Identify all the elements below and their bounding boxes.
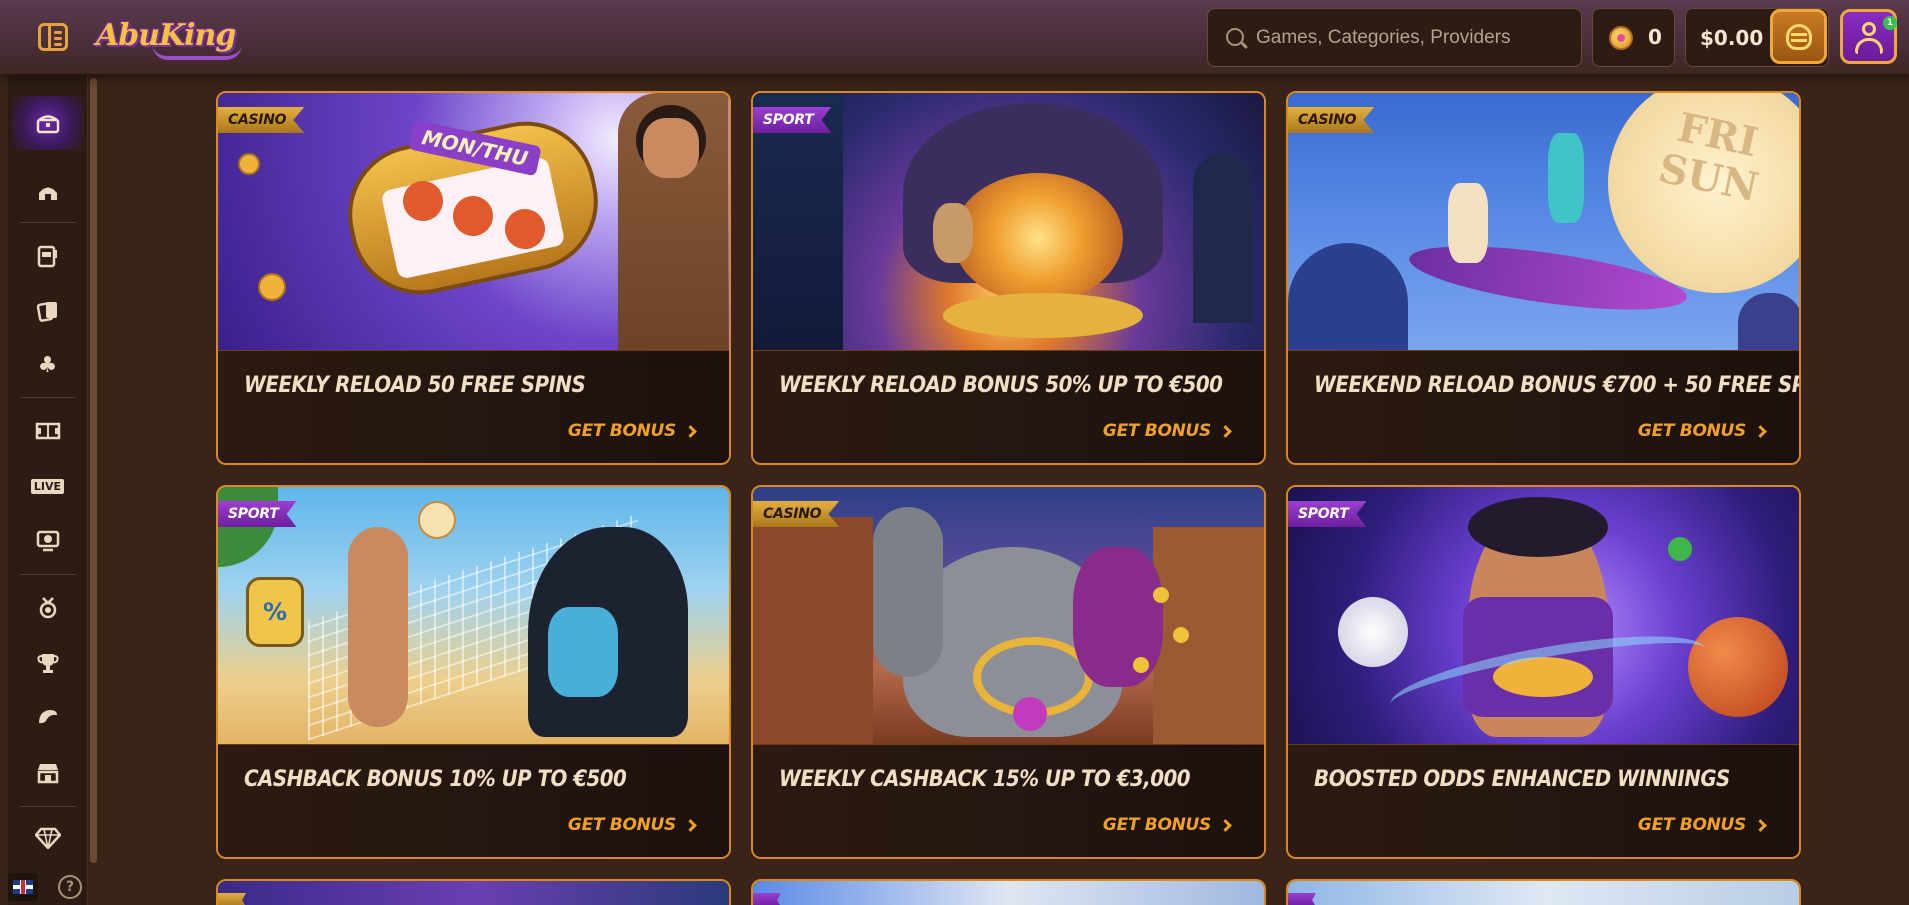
medal-icon [39, 597, 56, 619]
promo-card-partial[interactable] [751, 879, 1266, 905]
sidebar-item-bonus-crab[interactable] [12, 691, 83, 745]
sidebar-item-lobby[interactable] [12, 164, 83, 218]
get-bonus-link[interactable]: GET BONUS [567, 421, 697, 441]
diamond-icon [34, 827, 61, 849]
get-bonus-label: GET BONUS [567, 815, 676, 835]
user-icon-body [1855, 38, 1883, 54]
promo-card-partial[interactable] [216, 879, 731, 905]
promo-card-body: BOOSTED ODDS ENHANCED WINNINGS GET BONUS [1288, 744, 1799, 857]
get-bonus-label: GET BONUS [567, 421, 676, 441]
screen-ball-icon [36, 530, 59, 552]
promo-card-body: WEEKLY RELOAD BONUS 50% UP TO €500 GET B… [753, 350, 1264, 463]
get-bonus-label: GET BONUS [1102, 421, 1211, 441]
promo-image [753, 881, 1264, 905]
category-tag: SPORT [753, 107, 832, 133]
user-icon [1862, 22, 1876, 36]
chevron-right-icon [684, 424, 697, 438]
crab-icon [38, 710, 57, 724]
sidebar-scrollbar[interactable] [90, 78, 97, 863]
promo-card-weekly-cashback[interactable]: CASINO WEEKLY CASHBACK 15% UP TO €3,000 … [751, 485, 1266, 859]
get-bonus-label: GET BONUS [1637, 815, 1746, 835]
promo-card-cashback-bonus[interactable]: % SPORT CASHBACK BONUS 10% UP TO €500 GE… [216, 485, 731, 859]
get-bonus-link[interactable]: GET BONUS [567, 815, 697, 835]
coin-icon [1609, 26, 1633, 50]
get-bonus-label: GET BONUS [1102, 815, 1211, 835]
promo-title: WEEKLY RELOAD 50 FREE SPINS [244, 373, 586, 398]
promo-title: WEEKEND RELOAD BONUS €700 + 50 FREE SPIN… [1314, 373, 1801, 398]
chevron-right-icon [1219, 424, 1232, 438]
promo-title: WEEKLY RELOAD BONUS 50% UP TO €500 [779, 373, 1223, 398]
get-bonus-label: GET BONUS [1637, 421, 1746, 441]
search-input[interactable] [1256, 19, 1566, 57]
sidebar-item-shop[interactable] [12, 746, 83, 800]
language-selector[interactable] [8, 873, 38, 901]
chevron-right-icon [1219, 818, 1232, 832]
cards-icon [36, 302, 57, 322]
sidebar-item-table-games[interactable] [12, 284, 83, 338]
promo-card-partial[interactable] [1286, 879, 1801, 905]
sidebar-item-vip[interactable] [12, 811, 83, 865]
category-tag [218, 893, 246, 905]
search-icon [1226, 28, 1244, 46]
promo-card-body: WEEKLY RELOAD 50 FREE SPINS GET BONUS [218, 350, 729, 463]
promo-card-body: WEEKEND RELOAD BONUS €700 + 50 FREE SPIN… [1288, 350, 1801, 463]
treasure-chest-icon [36, 115, 59, 134]
live-icon: LIVE [30, 478, 65, 494]
notification-badge: 1 [1883, 16, 1897, 30]
promo-card-weekly-reload-bonus[interactable]: SPORT WEEKLY RELOAD BONUS 50% UP TO €500… [751, 91, 1266, 465]
category-tag: SPORT [1288, 501, 1367, 527]
promo-card-boosted-odds[interactable]: SPORT BOOSTED ODDS ENHANCED WINNINGS GET… [1286, 485, 1801, 859]
promo-card-weekly-reload-free-spins[interactable]: MON/THU CASINO WEEKLY RELOAD 50 FREE SPI… [216, 91, 731, 465]
help-button[interactable]: ? [58, 875, 82, 899]
category-tag: CASINO [218, 107, 305, 133]
promo-title: BOOSTED ODDS ENHANCED WINNINGS [1314, 767, 1730, 792]
sidebar-item-lucky[interactable]: ♣ [12, 339, 83, 393]
chevron-right-icon [1754, 818, 1767, 832]
deposit-button[interactable] [1770, 9, 1827, 64]
promo-card-body: WEEKLY CASHBACK 15% UP TO €3,000 GET BON… [753, 744, 1264, 857]
coins-count: 0 [1648, 25, 1662, 49]
sidebar-item-promotions[interactable] [12, 96, 83, 150]
balance-amount: $0.00 [1700, 26, 1764, 50]
sidebar-item-sport[interactable] [12, 404, 83, 458]
store-icon [37, 764, 58, 784]
category-tag [753, 893, 781, 905]
category-tag: CASINO [1288, 107, 1375, 133]
category-tag: CASINO [753, 501, 840, 527]
chevron-right-icon [1754, 424, 1767, 438]
slot-machine-icon [37, 245, 57, 268]
sidebar-item-rewards[interactable] [12, 581, 83, 635]
promo-title: CASHBACK BONUS 10% UP TO €500 [244, 767, 627, 792]
uk-flag-icon [13, 880, 33, 894]
coin-stack-icon [1786, 24, 1812, 50]
palace-dome-icon [38, 182, 57, 200]
trophy-icon [36, 654, 59, 673]
promo-image [1288, 881, 1799, 905]
sidebar-item-live[interactable]: LIVE [12, 459, 83, 513]
logo-swoosh [152, 44, 242, 60]
get-bonus-link[interactable]: GET BONUS [1102, 815, 1232, 835]
sidebar-item-tournaments[interactable] [12, 636, 83, 690]
promo-image [218, 881, 729, 905]
category-tag: SPORT [218, 501, 297, 527]
sidebar-toggle-icon[interactable] [38, 23, 68, 51]
clover-icon: ♣ [37, 353, 58, 378]
sidebar-item-virtual[interactable] [12, 514, 83, 568]
logo[interactable]: AbuKing [92, 10, 242, 62]
promo-card-weekend-reload-bonus[interactable]: FRI SUN CASINO WEEKEND RELOAD BONUS €700… [1286, 91, 1801, 465]
search-box[interactable] [1207, 8, 1582, 67]
get-bonus-link[interactable]: GET BONUS [1637, 421, 1767, 441]
category-tag [1288, 893, 1316, 905]
get-bonus-link[interactable]: GET BONUS [1102, 421, 1232, 441]
chevron-right-icon [684, 818, 697, 832]
promo-title: WEEKLY CASHBACK 15% UP TO €3,000 [779, 767, 1191, 792]
get-bonus-link[interactable]: GET BONUS [1637, 815, 1767, 835]
coins-balance[interactable]: 0 [1592, 8, 1675, 67]
field-icon [35, 422, 60, 440]
top-header: AbuKing 0 $0.00 1 [0, 0, 1909, 74]
promo-card-body: CASHBACK BONUS 10% UP TO €500 GET BONUS [218, 744, 729, 857]
sidebar-item-slots[interactable] [12, 229, 83, 283]
